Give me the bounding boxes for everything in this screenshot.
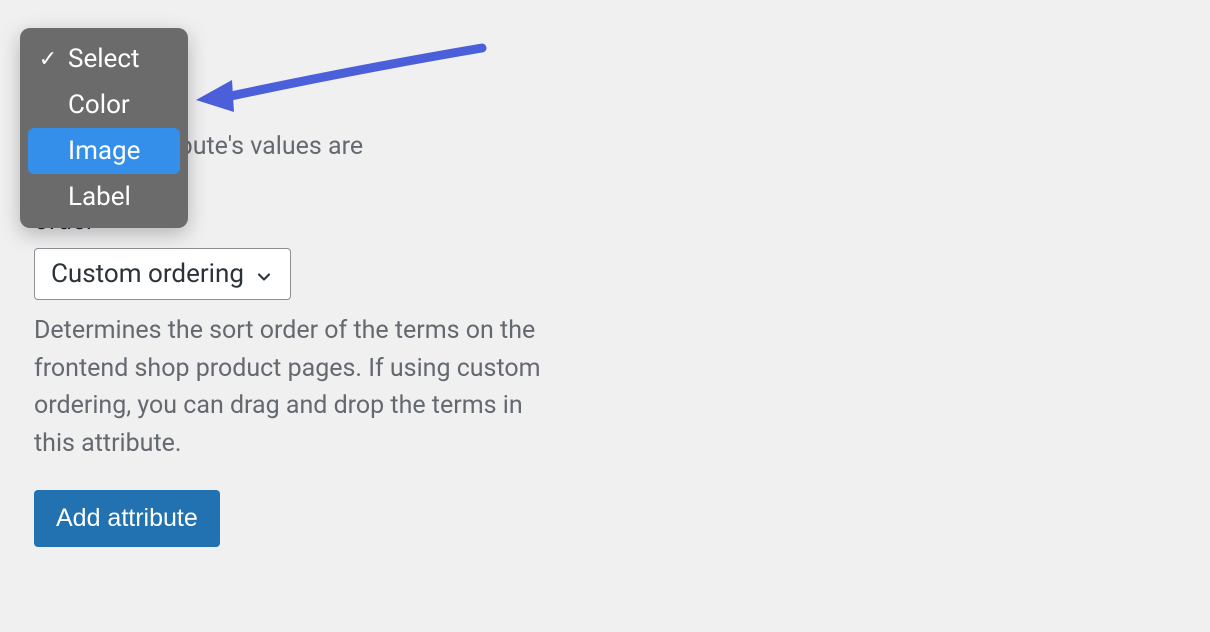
type-option-image[interactable]: ✓ Image [28, 128, 180, 174]
add-attribute-button[interactable]: Add attribute [34, 490, 220, 547]
type-dropdown[interactable]: ✓ Select ✓ Color ✓ Image ✓ Label [20, 28, 188, 228]
check-icon: ✓ [38, 47, 58, 72]
select-value: Custom ordering [51, 259, 244, 289]
type-option-color[interactable]: ✓ Color [28, 82, 180, 128]
option-label: Label [68, 182, 131, 212]
sort-order-select[interactable]: Custom ordering [34, 248, 291, 300]
type-option-label[interactable]: ✓ Label [28, 174, 180, 220]
sort-order-help-text: Determines the sort order of the terms o… [34, 312, 566, 462]
option-label: Image [68, 136, 140, 166]
option-label: Select [68, 44, 139, 74]
type-option-select[interactable]: ✓ Select [28, 36, 180, 82]
option-label: Color [68, 90, 130, 120]
chevron-down-icon [254, 264, 274, 284]
